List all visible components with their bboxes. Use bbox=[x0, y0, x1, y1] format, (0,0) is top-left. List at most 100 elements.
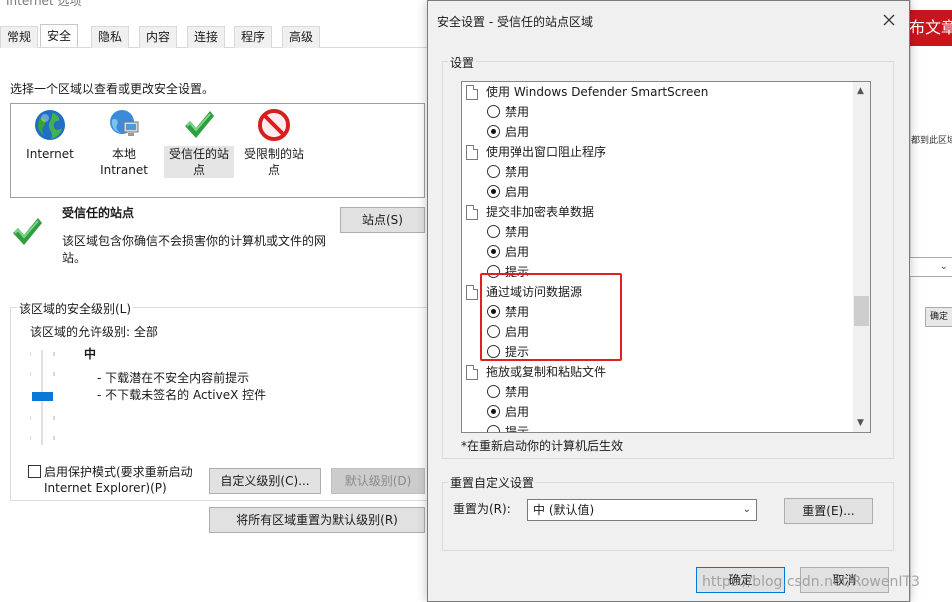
setting-label: 启用 bbox=[505, 185, 530, 199]
green-check-icon bbox=[182, 108, 216, 142]
window-title: Internet 选项 bbox=[6, 0, 82, 8]
zone-trusted-sites[interactable]: 受信任的站 点 bbox=[164, 108, 234, 178]
setting-option[interactable]: 启用 bbox=[487, 402, 530, 422]
radio-button[interactable] bbox=[487, 425, 500, 432]
slider-thumb[interactable] bbox=[32, 392, 53, 401]
scroll-thumb[interactable] bbox=[854, 296, 869, 326]
radio-button[interactable] bbox=[487, 125, 500, 138]
setting-label: 禁用 bbox=[505, 165, 530, 179]
zone-label: 本地 Intranet bbox=[100, 147, 148, 177]
settings-group-title: 设置 bbox=[448, 54, 477, 71]
zone-label: Internet bbox=[26, 147, 74, 161]
internet-options-window: Internet 选项 常规 安全 隐私 内容 连接 程序 高级 选择一个区域以… bbox=[0, 0, 442, 602]
close-icon[interactable] bbox=[883, 11, 895, 30]
settings-tree[interactable]: 使用 Windows Defender SmartScreen 禁用 启用 使用弹出窗… bbox=[461, 81, 871, 433]
setting-label: 使用 Windows Defender SmartScreen bbox=[486, 85, 709, 99]
setting-option[interactable]: 禁用 bbox=[487, 162, 530, 182]
globe-icon bbox=[33, 108, 67, 142]
zone-description: 该区域包含你确信不会损害你的计算机或文件的网站。 bbox=[62, 234, 327, 265]
trusted-check-icon bbox=[10, 215, 44, 252]
document-icon bbox=[466, 85, 478, 100]
zone-instruction: 选择一个区域以查看或更改安全设置。 bbox=[10, 82, 215, 96]
document-icon bbox=[466, 365, 478, 380]
zone-label: 受信任的站 点 bbox=[164, 146, 234, 178]
setting-option[interactable]: 禁用 bbox=[487, 102, 530, 122]
chevron-down-icon: ⌄ bbox=[939, 261, 948, 272]
tab-privacy[interactable]: 隐私 bbox=[91, 26, 130, 48]
setting-option[interactable]: 启用 bbox=[487, 182, 530, 202]
setting-category: 拖放或复制和粘贴文件 bbox=[466, 362, 607, 382]
setting-label: 启用 bbox=[505, 405, 530, 419]
dialog-title: 安全设置 - 受信任的站点区域 bbox=[437, 15, 593, 29]
zone-internet[interactable]: Internet bbox=[15, 108, 85, 162]
tab-advanced[interactable]: 高级 bbox=[282, 26, 321, 48]
security-level-title: 该区域的安全级别(L) bbox=[17, 300, 134, 317]
zone-local-intranet[interactable]: 本地 Intranet bbox=[89, 108, 159, 178]
radio-button[interactable] bbox=[487, 165, 500, 178]
tab-security[interactable]: 安全 bbox=[40, 24, 79, 47]
watermark: https://blog.csdn.net/RowenIT3 bbox=[702, 574, 920, 590]
zone-list: Internet 本地 Intranet 受信任的站 点 受限制的站 点 bbox=[10, 103, 425, 198]
background-browser-window: 都到此区域 ⌄ 确定 bbox=[909, 0, 952, 602]
level-bullet: - 不下载未签名的 ActiveX 控件 bbox=[97, 388, 267, 402]
setting-label: 拖放或复制和粘贴文件 bbox=[486, 365, 607, 379]
protected-mode-label-line2: Internet Explorer)(P) bbox=[44, 481, 167, 495]
zone-restricted-sites[interactable]: 受限制的站 点 bbox=[239, 108, 309, 178]
level-bullet: - 下载潜在不安全内容前提示 bbox=[97, 371, 250, 385]
tab-content[interactable]: 内容 bbox=[139, 26, 178, 48]
setting-option[interactable]: 禁用 bbox=[487, 222, 530, 242]
banner: 布文章 bbox=[907, 10, 952, 46]
reset-group-title: 重置自定义设置 bbox=[448, 474, 537, 491]
setting-label: 提示 bbox=[505, 425, 530, 433]
tab-connections[interactable]: 连接 bbox=[187, 26, 226, 48]
vertical-scrollbar[interactable]: ▲ ▼ bbox=[853, 82, 870, 432]
document-icon bbox=[466, 285, 478, 300]
reset-to-select[interactable]: 中 (默认值) ⌄ bbox=[527, 499, 757, 521]
protected-mode-checkbox[interactable] bbox=[28, 465, 41, 478]
level-name: 中 bbox=[84, 347, 97, 361]
setting-label: 使用弹出窗口阻止程序 bbox=[486, 145, 607, 159]
dropdown-fragment[interactable]: ⌄ bbox=[909, 257, 952, 277]
sites-button[interactable]: 站点(S) bbox=[340, 207, 425, 233]
ok-button-fragment[interactable]: 确定 bbox=[925, 307, 952, 327]
setting-option[interactable]: 提示 bbox=[487, 422, 530, 433]
custom-level-button[interactable]: 自定义级别(C)... bbox=[209, 468, 321, 494]
radio-button[interactable] bbox=[487, 245, 500, 258]
tab-programs[interactable]: 程序 bbox=[234, 26, 273, 48]
setting-label: 禁用 bbox=[505, 385, 530, 399]
zone-label: 受限制的站 点 bbox=[243, 147, 304, 177]
restart-note: *在重新启动你的计算机后生效 bbox=[461, 439, 624, 453]
tab-bar: 常规 安全 隐私 内容 连接 程序 高级 bbox=[0, 24, 430, 48]
document-icon bbox=[466, 145, 478, 160]
radio-button[interactable] bbox=[487, 185, 500, 198]
setting-category: 使用 Windows Defender SmartScreen bbox=[466, 82, 709, 102]
reset-button[interactable]: 重置(E)... bbox=[784, 498, 873, 524]
radio-button[interactable] bbox=[487, 105, 500, 118]
reset-to-value: 中 (默认值) bbox=[533, 503, 595, 517]
setting-label: 提交非加密表单数据 bbox=[486, 205, 595, 219]
allowed-levels: 该区域的允许级别: 全部 bbox=[30, 325, 158, 339]
scroll-down-icon[interactable]: ▼ bbox=[857, 418, 864, 428]
document-icon bbox=[466, 205, 478, 220]
setting-category: 提交非加密表单数据 bbox=[466, 202, 595, 222]
radio-button[interactable] bbox=[487, 405, 500, 418]
tab-general[interactable]: 常规 bbox=[0, 26, 39, 48]
setting-option[interactable]: 启用 bbox=[487, 242, 530, 262]
setting-label: 禁用 bbox=[505, 105, 530, 119]
reset-all-zones-button[interactable]: 将所有区域重置为默认级别(R) bbox=[209, 507, 425, 533]
highlight-box bbox=[480, 273, 622, 361]
setting-label: 禁用 bbox=[505, 225, 530, 239]
radio-button[interactable] bbox=[487, 385, 500, 398]
setting-option[interactable]: 禁用 bbox=[487, 382, 530, 402]
setting-label: 启用 bbox=[505, 125, 530, 139]
protected-mode-label-line1: 启用保护模式(要求重新启动 bbox=[44, 465, 193, 479]
zone-title: 受信任的站点 bbox=[62, 206, 135, 220]
reset-to-label: 重置为(R): bbox=[453, 502, 511, 516]
scroll-up-icon[interactable]: ▲ bbox=[857, 86, 864, 96]
radio-button[interactable] bbox=[487, 225, 500, 238]
intranet-icon bbox=[107, 108, 141, 142]
default-level-button[interactable]: 默认级别(D) bbox=[331, 468, 425, 494]
text-fragment: 都到此区域 bbox=[911, 136, 952, 146]
setting-label: 启用 bbox=[505, 245, 530, 259]
setting-option[interactable]: 启用 bbox=[487, 122, 530, 142]
